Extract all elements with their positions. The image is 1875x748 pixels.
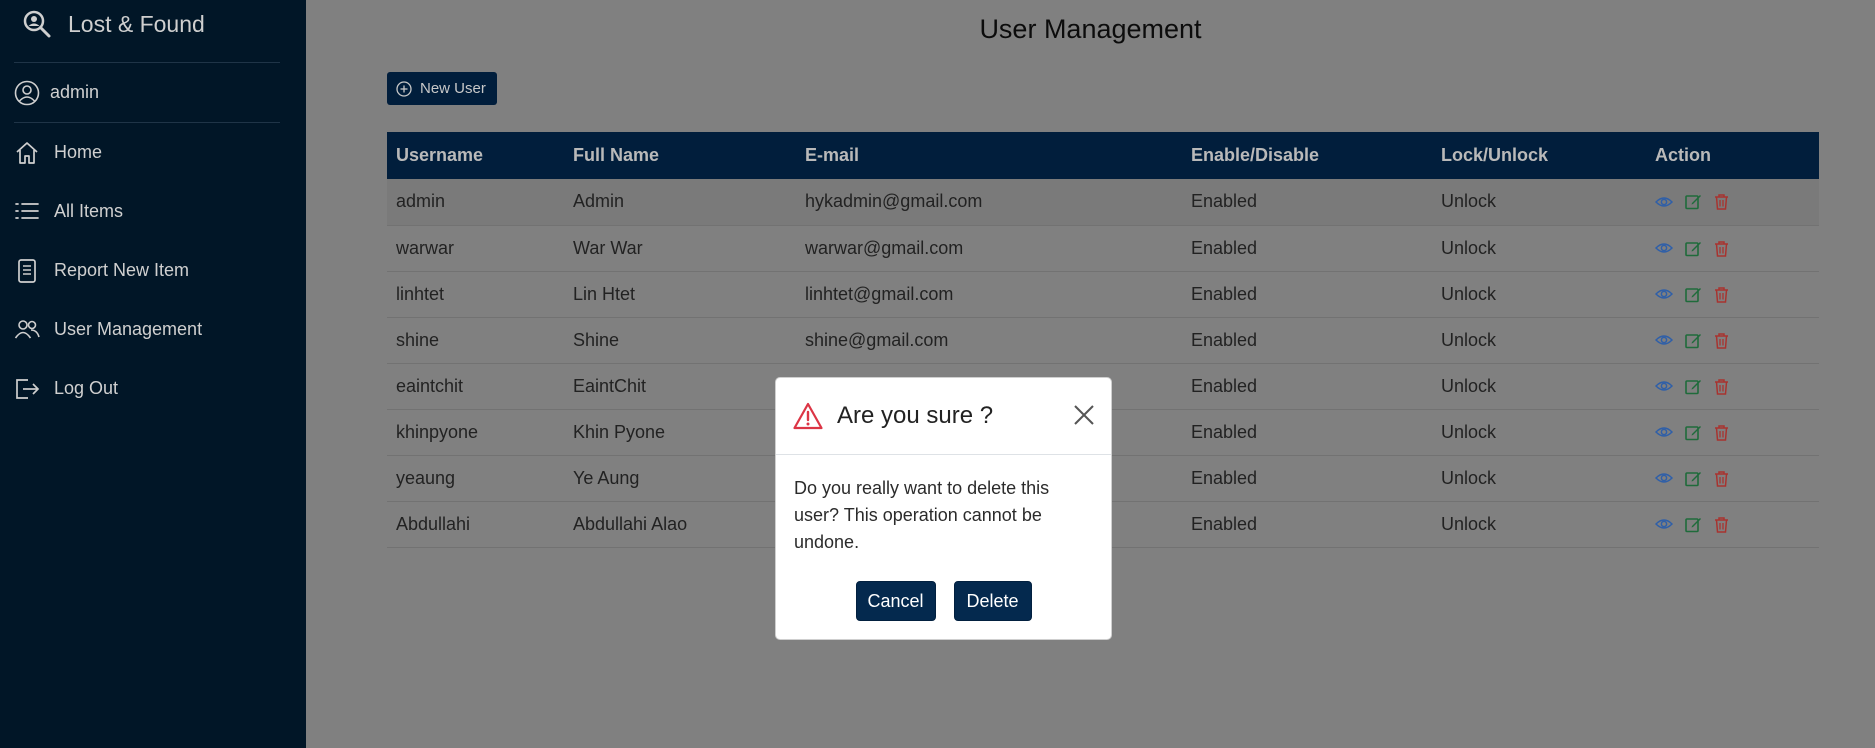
warning-icon (793, 402, 823, 430)
cancel-button[interactable]: Cancel (855, 581, 936, 621)
dialog-title: Are you sure ? (837, 402, 994, 429)
dialog-header: Are you sure ? (776, 378, 1111, 455)
close-icon[interactable] (1073, 404, 1095, 426)
dialog-message: Do you really want to delete this user? … (794, 478, 1050, 552)
confirm-delete-dialog: Are you sure ? Do you really want to del… (775, 377, 1112, 640)
dialog-footer: Cancel Delete (776, 581, 1111, 621)
delete-button[interactable]: Delete (953, 581, 1032, 621)
